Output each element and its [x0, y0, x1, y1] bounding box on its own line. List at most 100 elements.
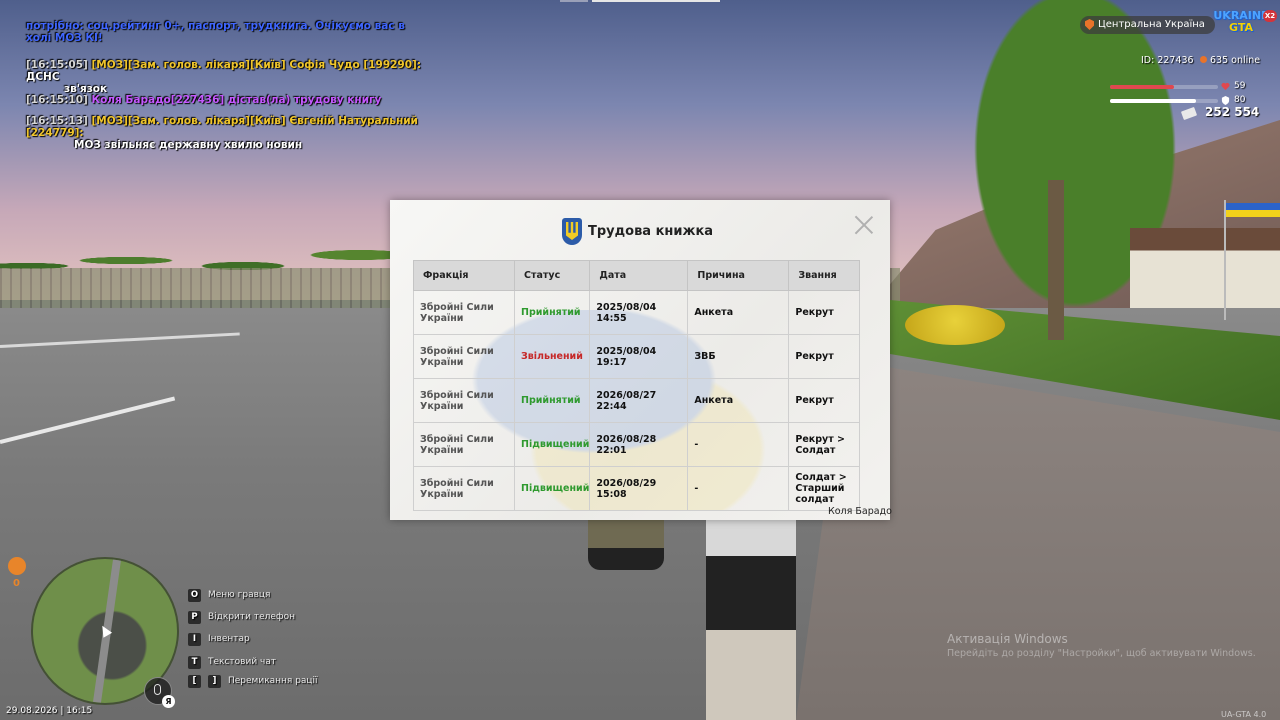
- key-badge: O: [188, 589, 201, 602]
- date-time: 29.08.2026 | 16:15: [6, 706, 93, 716]
- health-bar: [1110, 85, 1218, 89]
- cell-date: 2026/08/28 22:01: [589, 422, 689, 467]
- online-text: 635 online: [1210, 55, 1261, 66]
- modal-title: Трудова книжка: [588, 224, 714, 239]
- chat-line-1: [16:15:10] Коля Барадо[227436] дістав(ла…: [26, 94, 381, 106]
- col-date: Дата: [589, 260, 689, 291]
- cell-rank: Рекрут: [788, 290, 860, 335]
- cell-status: Підвищений: [513, 466, 591, 511]
- region-name: Центральна Україна: [1098, 19, 1205, 30]
- hint-inventory: I Інвентар: [188, 633, 250, 646]
- cell-date: 2026/08/29 15:08: [589, 466, 689, 511]
- table-row: Збройні Сили України Звільнений 2025/08/…: [413, 334, 860, 379]
- chat-line-1: потрібно: соц.рейтинг 0+, паспорт, трудк…: [26, 20, 405, 32]
- cell-rank: Рекрут: [788, 378, 860, 423]
- cell-status: Прийнятий: [513, 290, 591, 335]
- cell-reason: -: [687, 466, 790, 511]
- armor-bar: [1110, 99, 1218, 103]
- cell-faction: Збройні Сили України: [413, 422, 515, 467]
- chat-message: [16:15:05] [МОЗ][Зам. голов. лікаря][Киї…: [26, 59, 446, 95]
- key-badge: P: [188, 611, 201, 624]
- key-badge: ]: [208, 675, 221, 688]
- armor-shield-icon: [1221, 96, 1230, 105]
- heart-icon: [1221, 82, 1230, 91]
- keyboard-language: Я: [162, 695, 175, 708]
- curb: [706, 520, 796, 720]
- hunger-value: 0: [13, 578, 20, 589]
- hint-text-chat: T Текстовий чат: [188, 656, 276, 669]
- online-icon: [1200, 56, 1207, 63]
- cell-faction: Збройні Сили України: [413, 334, 515, 379]
- trident-glyph: [566, 222, 578, 240]
- cell-date: 2025/08/04 14:55: [589, 290, 689, 335]
- tree-trunk: [1048, 180, 1064, 340]
- chat-text: Коля Барадо[227436] дістав(ла) трудову к…: [91, 94, 382, 106]
- cell-status: Підвищений: [513, 422, 591, 467]
- work-book-modal: Трудова книжка Фракція Статус Дата Причи…: [390, 200, 892, 520]
- cell-date: 2026/08/27 22:44: [589, 378, 689, 423]
- online-count: 635 online: [1200, 55, 1260, 66]
- flagpole: [1224, 200, 1226, 320]
- hint-label: Інвентар: [208, 634, 250, 644]
- trident-icon: [562, 218, 582, 245]
- chat-line-1: [16:15:13] [МОЗ][Зам. голов. лікаря][Киї…: [26, 115, 446, 139]
- work-history-table: Фракція Статус Дата Причина Звання Зброй…: [413, 260, 860, 511]
- chat-line-2: МОЗ звільняє державну хвилю новин: [26, 139, 446, 151]
- key-badge: [: [188, 675, 201, 688]
- cell-rank: Рекрут: [788, 334, 860, 379]
- key-badge: T: [188, 656, 201, 669]
- col-status: Статус: [513, 260, 591, 291]
- chat-timestamp: [16:15:05]: [26, 59, 92, 71]
- chat-line-1: [16:15:05] [МОЗ][Зам. голов. лікаря][Киї…: [26, 59, 446, 83]
- health-bar-fill: [1110, 85, 1174, 89]
- hint-label: Меню гравця: [208, 590, 271, 600]
- logo-bottom-text: GTA: [1229, 21, 1253, 34]
- cell-reason: Анкета: [687, 378, 790, 423]
- chat-line-2: холі МОЗ КІ!: [26, 32, 405, 44]
- col-faction: Фракція: [413, 260, 515, 291]
- col-rank: Звання: [788, 260, 860, 291]
- cell-reason: Анкета: [687, 290, 790, 335]
- close-icon[interactable]: [854, 215, 874, 235]
- chat-text: потрібно: соц.рейтинг 0+, паспорт, трудк…: [26, 20, 405, 32]
- cell-faction: Збройні Сили України: [413, 290, 515, 335]
- armor-bar-fill: [1110, 99, 1197, 103]
- cell-rank: Рекрут > Солдат: [788, 422, 860, 467]
- cell-date: 2025/08/04 19:17: [589, 334, 689, 379]
- windows-activation-subtitle: Перейдіть до розділу "Настройки", щоб ак…: [947, 648, 1256, 659]
- table-row: Збройні Сили України Підвищений 2026/08/…: [413, 422, 860, 467]
- x2-badge: X2: [1263, 10, 1277, 22]
- health-value: 59: [1234, 81, 1246, 91]
- player-character: [588, 515, 664, 570]
- chat-text: МОЗ звільняє державну хвилю новин: [74, 139, 303, 151]
- microphone-icon: [154, 684, 161, 695]
- work-book-owner: Коля Барадо: [828, 506, 892, 517]
- chat-timestamp: [16:15:13]: [26, 115, 92, 127]
- table-header-row: Фракція Статус Дата Причина Звання: [413, 260, 860, 291]
- player-id: ID: 227436: [1141, 55, 1194, 66]
- game-version: UA-GTA 4.0: [1221, 710, 1267, 719]
- col-reason: Причина: [687, 260, 790, 291]
- key-badge: I: [188, 633, 201, 646]
- chat-message: [16:15:13] [МОЗ][Зам. голов. лікаря][Киї…: [26, 115, 446, 151]
- cell-reason: ЗВБ: [687, 334, 790, 379]
- armor-value: 80: [1234, 95, 1246, 105]
- chat-timestamp: [16:15:10]: [26, 94, 92, 106]
- windows-activation-title: Активація Windows: [947, 632, 1068, 646]
- chat-text: холі МОЗ КІ!: [26, 32, 103, 44]
- money-amount: 252 554: [1205, 105, 1260, 119]
- chat-text: ДСНС: [26, 71, 60, 83]
- cell-status: Прийнятий: [513, 378, 591, 423]
- hint-open-phone: P Відкрити телефон: [188, 611, 295, 624]
- chat-sender: [МОЗ][Зам. голов. лікаря][Київ] Софія Чу…: [91, 59, 422, 71]
- top-progress-bar: [592, 0, 720, 2]
- cell-faction: Збройні Сили України: [413, 378, 515, 423]
- hint-player-menu: O Меню гравця: [188, 589, 270, 602]
- top-progress-bar: [560, 0, 588, 2]
- cell-rank: Солдат > Старший солдат: [788, 466, 860, 511]
- cell-reason: -: [687, 422, 790, 467]
- hint-label: Перемикання рації: [228, 676, 318, 686]
- region-shield-icon: [1085, 19, 1094, 30]
- chat-message: потрібно: соц.рейтинг 0+, паспорт, трудк…: [26, 20, 405, 44]
- hint-label: Текстовий чат: [208, 657, 277, 667]
